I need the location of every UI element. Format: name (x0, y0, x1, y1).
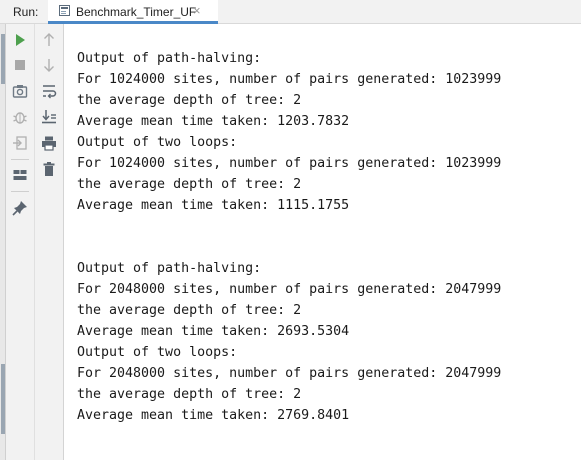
console-line: For 1024000 sites, number of pairs gener… (77, 156, 502, 171)
run-header: Run: Benchmark_Timer_UF × (0, 0, 581, 24)
tab-label: Benchmark_Timer_UF (76, 5, 197, 19)
console-line: For 2048000 sites, number of pairs gener… (77, 366, 502, 381)
down-arrow-icon (44, 59, 54, 72)
console-line: Average mean time taken: 2693.5304 (77, 324, 350, 339)
dump-threads-button[interactable] (9, 81, 31, 101)
run-label: Run: (13, 5, 39, 19)
run-toolbar-secondary (35, 24, 64, 460)
exit-button[interactable] (9, 133, 31, 153)
run-tool-window: Run: Benchmark_Timer_UF × Output of path… (0, 0, 581, 460)
run-toolbar-primary (6, 24, 35, 460)
stop-icon (15, 60, 25, 70)
rerun-icon (16, 34, 25, 46)
edge-tab-mark-top[interactable] (1, 34, 5, 84)
console-line: Average mean time taken: 1203.7832 (77, 114, 350, 129)
console-line: Output of path-halving: (77, 261, 262, 276)
pin-tab-button[interactable] (9, 198, 31, 218)
console-line: For 2048000 sites, number of pairs gener… (77, 282, 502, 297)
tab-benchmark-timer-uf[interactable]: Benchmark_Timer_UF × (48, 0, 218, 24)
pin-icon (12, 201, 27, 216)
print-button[interactable] (38, 133, 60, 153)
scroll-to-end-icon (42, 110, 56, 124)
soft-wrap-button[interactable] (38, 81, 60, 101)
run-config-icon (59, 5, 70, 16)
console-line: the average depth of tree: 2 (77, 93, 302, 108)
debug-button[interactable] (9, 107, 31, 127)
close-tab-icon[interactable]: × (193, 3, 201, 19)
clear-all-button[interactable] (38, 159, 60, 179)
console-line: Average mean time taken: 2769.8401 (77, 408, 350, 423)
print-icon (42, 136, 56, 151)
console-line: the average depth of tree: 2 (77, 177, 302, 192)
up-arrow-icon (44, 33, 54, 46)
rerun-button[interactable] (9, 30, 31, 50)
console-line: the average depth of tree: 2 (77, 303, 302, 318)
toolbar-separator (11, 191, 29, 192)
toolbar-separator (11, 159, 29, 160)
layout-button[interactable] (9, 165, 31, 185)
console-line: the average depth of tree: 2 (77, 387, 302, 402)
next-occurrence-button[interactable] (38, 55, 60, 75)
console-output[interactable]: Output of path-halving: For 1024000 sites… (77, 48, 501, 426)
camera-icon (12, 85, 28, 98)
console-line: Output of two loops: (77, 135, 238, 150)
console-line: Average mean time taken: 1115.1755 (77, 198, 350, 213)
debug-icon (13, 112, 27, 124)
console-line: For 1024000 sites, number of pairs gener… (77, 72, 502, 87)
stop-button[interactable] (9, 55, 31, 75)
exit-icon (13, 136, 27, 150)
trash-icon (43, 162, 55, 176)
soft-wrap-icon (43, 85, 57, 99)
console-line: Output of path-halving: (77, 51, 262, 66)
scroll-to-end-button[interactable] (38, 107, 60, 127)
layout-icon (13, 170, 27, 180)
edge-tab-mark-bottom[interactable] (1, 364, 5, 434)
console-line: Output of two loops: (77, 345, 238, 360)
previous-occurrence-button[interactable] (38, 30, 60, 50)
